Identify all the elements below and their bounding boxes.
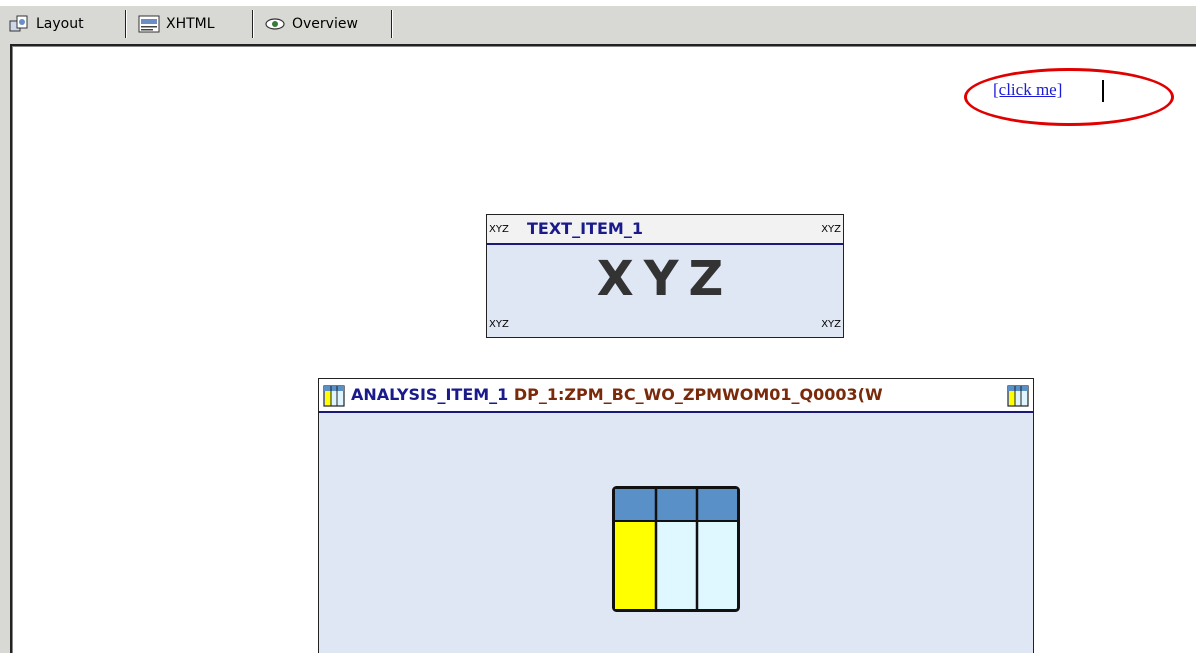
tab-layout[interactable]: Layout — [2, 8, 120, 40]
tab-layout-label: Layout — [36, 16, 84, 32]
tab-separator — [252, 10, 253, 38]
tab-separator — [391, 10, 392, 38]
tab-separator — [125, 10, 126, 38]
editor-frame-left — [0, 44, 10, 653]
tab-overview-label: Overview — [292, 16, 358, 32]
text-item-header: XYZ TEXT_ITEM_1 XYZ — [487, 215, 843, 245]
eye-icon — [265, 18, 285, 30]
corner-label: XYZ — [821, 224, 841, 235]
tab-xhtml[interactable]: XHTML — [132, 8, 252, 40]
tab-overview[interactable]: Overview — [258, 8, 388, 40]
text-item-web-item[interactable]: XYZ TEXT_ITEM_1 XYZ XYZ XYZ XYZ — [486, 214, 844, 338]
analysis-item-title: ANALYSIS_ITEM_1 DP_1:ZPM_BC_WO_ZPMWOM01_… — [351, 385, 883, 404]
data-provider-label: DP_1:ZPM_BC_WO_ZPMWOM01_Q0003(W — [513, 385, 883, 404]
text-item-content: XYZ — [596, 251, 734, 307]
table-icon — [1007, 385, 1029, 407]
view-tab-bar: Layout XHTML Overview — [0, 0, 1196, 44]
text-item-title: TEXT_ITEM_1 — [527, 219, 643, 238]
table-icon — [323, 385, 345, 407]
analysis-item-name: ANALYSIS_ITEM_1 — [351, 385, 509, 404]
corner-label: XYZ — [489, 319, 509, 330]
corner-label: XYZ — [821, 319, 841, 330]
analysis-item-header: ANALYSIS_ITEM_1 DP_1:ZPM_BC_WO_ZPMWOM01_… — [319, 379, 1033, 413]
corner-label: XYZ — [489, 224, 509, 235]
tab-xhtml-label: XHTML — [166, 16, 215, 32]
xhtml-icon — [138, 15, 160, 33]
analysis-table-placeholder-icon — [612, 486, 740, 612]
layout-icon — [9, 15, 28, 32]
highlight-annotation — [964, 68, 1174, 126]
